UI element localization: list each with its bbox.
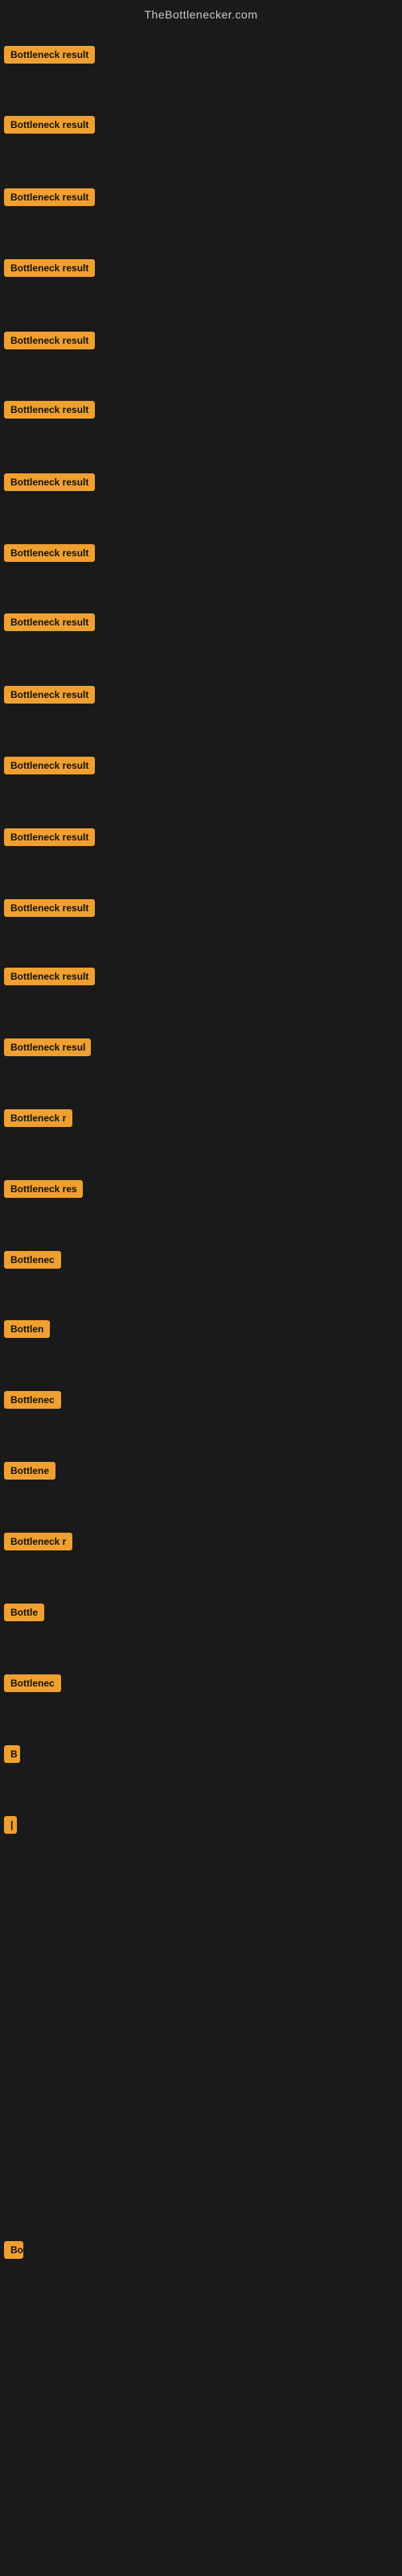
bottleneck-badge-21[interactable]: Bottlene xyxy=(4,1462,55,1480)
bottleneck-item-11: Bottleneck result xyxy=(4,757,95,778)
bottleneck-badge-12[interactable]: Bottleneck result xyxy=(4,828,95,846)
bottleneck-item-2: Bottleneck result xyxy=(4,116,95,138)
bottleneck-badge-14[interactable]: Bottleneck result xyxy=(4,968,95,985)
bottleneck-item-9: Bottleneck result xyxy=(4,613,95,635)
bottleneck-item-26: | xyxy=(4,1816,17,1838)
bottleneck-badge-19[interactable]: Bottlen xyxy=(4,1320,50,1338)
bottleneck-badge-27[interactable]: Bo xyxy=(4,2241,23,2259)
bottleneck-item-6: Bottleneck result xyxy=(4,401,95,423)
bottleneck-badge-4[interactable]: Bottleneck result xyxy=(4,259,95,277)
bottleneck-item-22: Bottleneck r xyxy=(4,1533,72,1554)
bottleneck-item-13: Bottleneck result xyxy=(4,899,95,921)
bottleneck-item-16: Bottleneck r xyxy=(4,1109,72,1131)
bottleneck-item-5: Bottleneck result xyxy=(4,332,95,353)
bottleneck-item-7: Bottleneck result xyxy=(4,473,95,495)
bottleneck-badge-9[interactable]: Bottleneck result xyxy=(4,613,95,631)
bottleneck-badge-2[interactable]: Bottleneck result xyxy=(4,116,95,134)
bottleneck-badge-20[interactable]: Bottlenec xyxy=(4,1391,61,1409)
bottleneck-badge-10[interactable]: Bottleneck result xyxy=(4,686,95,704)
bottleneck-item-24: Bottlenec xyxy=(4,1674,61,1696)
bottleneck-badge-24[interactable]: Bottlenec xyxy=(4,1674,61,1692)
bottleneck-badge-26[interactable]: | xyxy=(4,1816,17,1834)
bottleneck-badge-5[interactable]: Bottleneck result xyxy=(4,332,95,349)
bottleneck-badge-17[interactable]: Bottleneck res xyxy=(4,1180,83,1198)
bottleneck-item-19: Bottlen xyxy=(4,1320,50,1342)
bottleneck-badge-11[interactable]: Bottleneck result xyxy=(4,757,95,774)
bottleneck-badge-25[interactable]: B xyxy=(4,1745,20,1763)
site-header: TheBottlenecker.com xyxy=(0,0,402,33)
bottleneck-item-14: Bottleneck result xyxy=(4,968,95,989)
bottleneck-item-4: Bottleneck result xyxy=(4,259,95,281)
bottleneck-badge-18[interactable]: Bottlenec xyxy=(4,1251,61,1269)
bottleneck-item-15: Bottleneck resul xyxy=(4,1038,91,1060)
bottleneck-item-17: Bottleneck res xyxy=(4,1180,83,1202)
bottleneck-item-8: Bottleneck result xyxy=(4,544,95,566)
bottleneck-badge-13[interactable]: Bottleneck result xyxy=(4,899,95,917)
bottleneck-badge-1[interactable]: Bottleneck result xyxy=(4,46,95,64)
bottleneck-badge-6[interactable]: Bottleneck result xyxy=(4,401,95,419)
bottleneck-item-27: Bo xyxy=(4,2241,23,2263)
bottleneck-item-10: Bottleneck result xyxy=(4,686,95,708)
bottleneck-badge-23[interactable]: Bottle xyxy=(4,1604,44,1621)
bottleneck-item-21: Bottlene xyxy=(4,1462,55,1484)
bottleneck-item-1: Bottleneck result xyxy=(4,46,95,68)
bottleneck-item-20: Bottlenec xyxy=(4,1391,61,1413)
items-container xyxy=(0,33,402,41)
bottleneck-badge-22[interactable]: Bottleneck r xyxy=(4,1533,72,1550)
bottleneck-item-3: Bottleneck result xyxy=(4,188,95,210)
bottleneck-item-25: B xyxy=(4,1745,20,1767)
bottleneck-badge-7[interactable]: Bottleneck result xyxy=(4,473,95,491)
bottleneck-item-23: Bottle xyxy=(4,1604,44,1625)
bottleneck-badge-3[interactable]: Bottleneck result xyxy=(4,188,95,206)
bottleneck-badge-16[interactable]: Bottleneck r xyxy=(4,1109,72,1127)
bottleneck-item-18: Bottlenec xyxy=(4,1251,61,1273)
bottleneck-badge-15[interactable]: Bottleneck resul xyxy=(4,1038,91,1056)
bottleneck-badge-8[interactable]: Bottleneck result xyxy=(4,544,95,562)
bottleneck-item-12: Bottleneck result xyxy=(4,828,95,850)
